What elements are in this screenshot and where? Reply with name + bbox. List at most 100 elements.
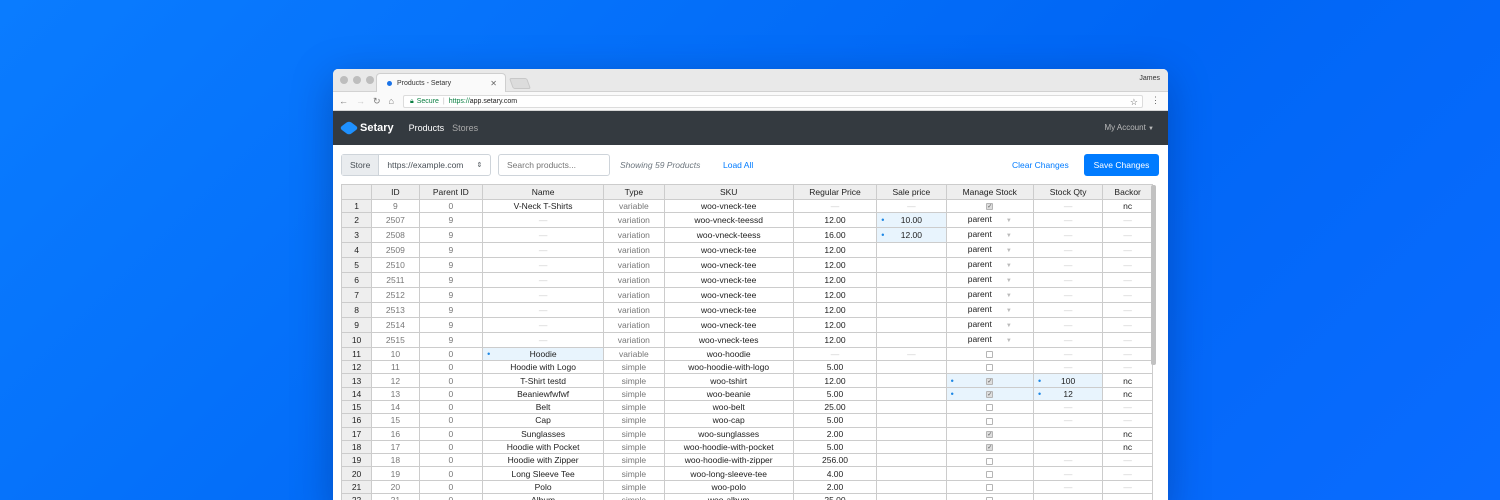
grid-cell[interactable] <box>946 360 1034 375</box>
table-row[interactable]: 12 11 0 Hoodie with Logo simple woo-hoodie-wi… <box>342 360 1153 375</box>
grid-cell[interactable]: 0 <box>419 400 484 415</box>
grid-cell[interactable] <box>876 360 947 375</box>
grid-cell[interactable]: Hoodie with Logo <box>482 360 605 375</box>
grid-cell[interactable]: woo-cap <box>664 413 794 428</box>
grid-cell[interactable]: woo-vneck-tee <box>664 272 794 288</box>
brand[interactable]: Setary <box>339 120 394 136</box>
grid-cell[interactable]: 0 <box>419 493 484 500</box>
grid-cell[interactable]: — <box>482 287 605 303</box>
grid-cell[interactable] <box>876 413 947 428</box>
grid-cell[interactable]: 2.00 <box>793 427 878 441</box>
grid-cell[interactable]: — <box>1033 400 1104 415</box>
column-header[interactable]: SKU <box>664 185 794 200</box>
grid-cell[interactable]: nc <box>1102 199 1153 213</box>
grid-cell[interactable]: Hoodie with Pocket <box>482 440 605 455</box>
column-header[interactable] <box>342 185 373 200</box>
browser-tab[interactable]: Products - Setary ✕ <box>376 73 506 92</box>
grid-cell[interactable]: simple <box>603 427 665 441</box>
checkbox-unchecked-icon[interactable] <box>986 484 994 492</box>
grid-cell[interactable]: 0 <box>419 427 484 441</box>
grid-cell[interactable] <box>946 480 1034 495</box>
grid-cell[interactable]: — <box>1033 480 1104 495</box>
grid-cell[interactable]: Beaniewfwfwf <box>482 387 605 401</box>
grid-cell[interactable] <box>876 400 947 415</box>
grid-cell[interactable]: 16.00 <box>793 227 878 243</box>
grid-cell[interactable]: 9 <box>419 302 484 318</box>
nav-stores[interactable]: Stores <box>452 123 478 133</box>
table-row[interactable]: 4 2509 9— variation woo-vneck-tee 12.00 parent… <box>342 242 1153 258</box>
grid-cell[interactable]: — <box>1033 453 1104 468</box>
grid-cell[interactable]: variation <box>603 287 665 303</box>
grid-cell[interactable]: 10 <box>371 347 420 362</box>
grid-cell[interactable]: — <box>1102 287 1153 303</box>
grid-cell[interactable]: parent ▼ <box>946 212 1034 228</box>
grid-cell[interactable]: woo-beanie <box>664 387 794 401</box>
url-input[interactable]: 🔒︎ Secure | https:// app.setary.com ☆ <box>403 95 1143 108</box>
grid-cell[interactable]: — <box>876 199 947 213</box>
grid-cell[interactable] <box>876 317 947 333</box>
grid-cell[interactable]: — <box>1033 199 1104 213</box>
grid-cell[interactable]: — <box>1033 242 1104 258</box>
grid-cell[interactable]: 0 <box>419 360 484 375</box>
grid-cell[interactable]: 2511 <box>371 272 420 288</box>
grid-cell[interactable]: woo-vneck-tee <box>664 302 794 318</box>
grid-cell[interactable]: 12.00 <box>793 242 878 258</box>
grid-cell[interactable]: simple <box>603 440 665 455</box>
grid-cell[interactable]: — <box>1102 272 1153 288</box>
grid-cell[interactable]: 9 <box>419 332 484 348</box>
grid-cell[interactable]: — <box>1102 212 1153 228</box>
grid-cell[interactable]: simple <box>603 413 665 428</box>
grid-cell[interactable]: 11 <box>371 360 420 375</box>
grid-cell[interactable]: Sunglasses <box>482 427 605 441</box>
grid-cell[interactable]: Album <box>482 493 605 500</box>
grid-cell[interactable] <box>946 400 1034 415</box>
grid-cell[interactable]: variable <box>603 199 665 213</box>
dropdown-arrow-icon[interactable]: ▼ <box>1006 338 1012 344</box>
search-input[interactable] <box>498 154 610 176</box>
dropdown-arrow-icon[interactable]: ▼ <box>1006 308 1012 314</box>
grid-cell[interactable]: variation <box>603 272 665 288</box>
grid-cell[interactable]: 0 <box>419 347 484 362</box>
grid-cell[interactable]: 0 <box>419 440 484 455</box>
grid-cell[interactable] <box>1033 427 1104 441</box>
grid-cell[interactable]: — <box>1033 332 1104 348</box>
grid-cell[interactable]: 25.00 <box>793 400 878 415</box>
column-header[interactable]: Parent ID <box>419 185 484 200</box>
grid-cell[interactable]: — <box>1102 257 1153 273</box>
table-row[interactable]: 225079—variationwoo-vneck-teessd12.0010.… <box>342 212 1153 228</box>
grid-cell[interactable]: nc <box>1102 427 1153 441</box>
grid-cell[interactable]: 2509 <box>371 242 420 258</box>
table-row[interactable]: 9 2514 9— variation woo-vneck-tee 12.00 parent… <box>342 317 1153 333</box>
grid-cell[interactable]: — <box>1102 453 1153 468</box>
grid-cell[interactable]: — <box>876 347 947 362</box>
forward-icon[interactable]: → <box>356 96 365 107</box>
checkbox-unchecked-icon[interactable] <box>986 417 994 425</box>
table-row[interactable]: 13120T-Shirt testdsimplewoo-tshirt12.00 ✓… <box>342 373 1153 388</box>
table-row[interactable]: 20 19 0 Long Sleeve Tee simple woo-long-sleev… <box>342 466 1153 481</box>
grid-cell[interactable] <box>876 427 947 441</box>
grid-cell[interactable]: — <box>482 242 605 258</box>
grid-cell[interactable]: 9 <box>419 257 484 273</box>
grid-cell[interactable]: simple <box>603 360 665 375</box>
table-row[interactable]: 14130Beaniewfwfwfsimplewoo-beanie5.00 ✓ 12… <box>342 387 1153 401</box>
store-select[interactable]: https://example.com ⇕ <box>379 155 490 175</box>
back-icon[interactable]: ← <box>339 96 348 107</box>
grid-cell[interactable]: 9 <box>419 242 484 258</box>
grid-cell[interactable]: simple <box>603 493 665 500</box>
grid-cell[interactable]: ✓ <box>946 387 1034 401</box>
grid-cell[interactable]: — <box>1033 466 1104 481</box>
grid-cell[interactable]: 15 <box>371 413 420 428</box>
grid-cell[interactable]: 0 <box>419 199 484 213</box>
grid-cell[interactable]: 2.00 <box>793 480 878 495</box>
grid-cell[interactable]: simple <box>603 466 665 481</box>
grid-cell[interactable]: parent ▼ <box>946 257 1034 273</box>
grid-cell[interactable]: woo-vneck-tees <box>664 332 794 348</box>
grid-cell[interactable]: parent ▼ <box>946 272 1034 288</box>
new-tab-button[interactable] <box>508 78 532 89</box>
grid-cell[interactable] <box>876 466 947 481</box>
grid-cell[interactable]: nc <box>1102 387 1153 401</box>
grid-cell[interactable]: variation <box>603 227 665 243</box>
grid-cell[interactable]: 5.00 <box>793 360 878 375</box>
grid-cell[interactable]: — <box>793 347 878 362</box>
save-changes-button[interactable]: Save Changes <box>1084 154 1159 176</box>
